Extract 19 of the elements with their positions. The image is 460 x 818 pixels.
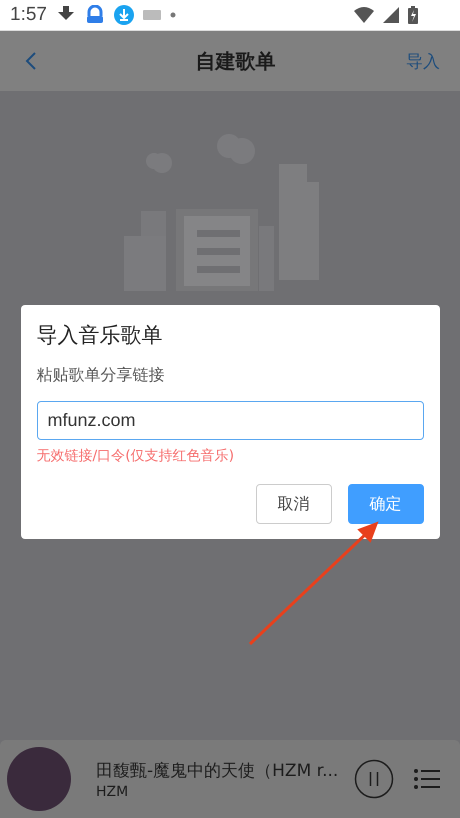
- wifi-icon: [354, 7, 374, 23]
- dialog-title: 导入音乐歌单: [36, 322, 164, 349]
- dialog-subtitle: 粘贴歌单分享链接: [36, 365, 166, 386]
- back-chevron-icon[interactable]: [25, 51, 37, 71]
- lock-app-icon: [84, 5, 105, 25]
- cancel-button[interactable]: 取消: [256, 484, 332, 524]
- artist-name: HZM: [96, 784, 130, 800]
- dot-icon: [170, 12, 176, 18]
- pause-icon[interactable]: [354, 759, 394, 799]
- battery-icon: [408, 6, 418, 24]
- status-time: 1:57: [10, 4, 47, 26]
- keyboard-icon: [142, 10, 161, 20]
- signal-icon: [383, 7, 399, 23]
- error-message: 无效链接/口令(仅支持红色音乐): [36, 447, 236, 465]
- link-input-field[interactable]: mfunz.com: [36, 401, 424, 440]
- page-title: 自建歌单: [196, 48, 276, 74]
- download-circle-icon: [114, 5, 134, 25]
- playlist-icon[interactable]: [414, 768, 440, 790]
- song-title: 田馥甄-魔鬼中的天使（HZM r...: [96, 760, 340, 782]
